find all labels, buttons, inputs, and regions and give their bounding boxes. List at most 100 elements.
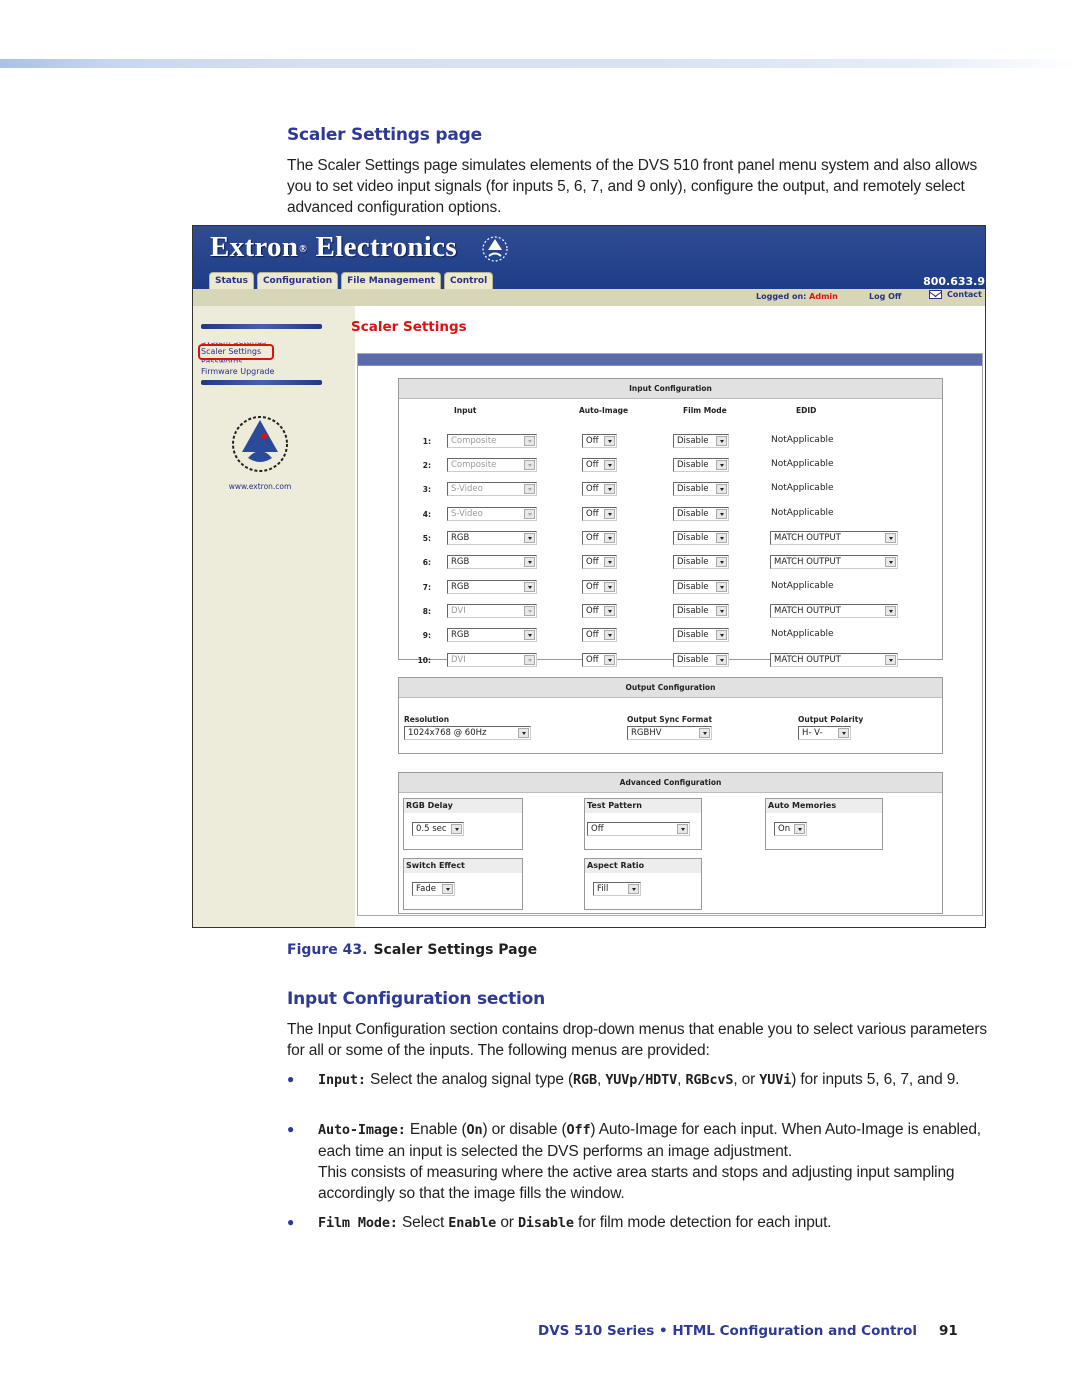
service-support-solutions-icon [232, 416, 288, 472]
edid-select[interactable]: MATCH OUTPUT [770, 604, 898, 618]
chevron-down-icon [716, 436, 727, 446]
input-type-select[interactable]: RGB [447, 628, 537, 642]
film-mode-select[interactable]: Disable [673, 434, 729, 448]
bullet-term: Input: [318, 1072, 366, 1088]
auto-memories-label: Auto Memories [766, 799, 882, 813]
phone-number: 800.633.9 [923, 275, 985, 288]
auto-image-select[interactable]: Off [582, 604, 617, 618]
chevron-down-icon [524, 533, 535, 543]
auto-image-select[interactable]: Off [582, 531, 617, 545]
chevron-down-icon [716, 630, 727, 640]
chevron-down-icon [885, 557, 896, 567]
edid-value: NotApplicable [771, 483, 834, 493]
auto-image-select[interactable]: Off [582, 507, 617, 521]
chevron-down-icon [524, 582, 535, 592]
bullet-item: ● Auto-Image: Enable (On) or disable (Off… [287, 1121, 981, 1202]
input-type-select[interactable]: RGB [447, 531, 537, 545]
input-type-select: Composite [447, 434, 537, 448]
aspect-ratio-group: Aspect Ratio Fill [584, 858, 702, 910]
resolution-select[interactable]: 1024x768 @ 60Hz [404, 726, 531, 740]
chevron-down-icon [524, 509, 535, 519]
scaler-settings-screenshot: Extron® Electronics Status Configuration… [192, 225, 986, 928]
edid-value: NotApplicable [771, 581, 834, 591]
sidebar-item-firmware-upgrade[interactable]: Firmware Upgrade [201, 367, 274, 377]
chevron-down-icon [716, 460, 727, 470]
edid-select[interactable]: MATCH OUTPUT [770, 653, 898, 667]
output-polarity-select[interactable]: H- V- [798, 726, 851, 740]
chevron-down-icon [604, 484, 615, 494]
sidebar-divider [201, 324, 322, 329]
row-number: 10: [417, 656, 431, 665]
film-mode-select[interactable]: Disable [673, 604, 729, 618]
test-pattern-select[interactable]: Off [587, 822, 690, 836]
row-number: 5: [422, 534, 431, 543]
chevron-down-icon [699, 728, 710, 738]
aspect-ratio-select[interactable]: Fill [593, 882, 641, 896]
footer-title: DVS 510 Series • HTML Configuration and … [538, 1323, 917, 1339]
edid-select[interactable]: MATCH OUTPUT [770, 531, 898, 545]
film-mode-select[interactable]: Disable [673, 555, 729, 569]
log-off-link[interactable]: Log Off [869, 292, 901, 301]
tab-file-management[interactable]: File Management [341, 272, 441, 289]
film-mode-select[interactable]: Disable [673, 458, 729, 472]
output-polarity-label: Output Polarity [798, 715, 864, 724]
switch-effect-label: Switch Effect [404, 859, 522, 873]
sidebar: System Settings Scaler Settings Password… [193, 306, 355, 927]
row-number: 1: [422, 437, 431, 446]
chevron-down-icon [604, 436, 615, 446]
auto-image-select[interactable]: Off [582, 482, 617, 496]
film-mode-select[interactable]: Disable [673, 653, 729, 667]
chevron-down-icon [604, 533, 615, 543]
tab-control[interactable]: Control [443, 272, 494, 289]
bullet-term: Auto-Image: [318, 1122, 406, 1138]
rgb-delay-select[interactable]: 0.5 sec [412, 822, 464, 836]
chevron-down-icon [716, 582, 727, 592]
selected-item-highlight [198, 344, 274, 360]
figure-caption-text: Scaler Settings Page [373, 942, 538, 958]
film-mode-select[interactable]: Disable [673, 628, 729, 642]
edid-value: NotApplicable [771, 629, 834, 639]
auto-image-select[interactable]: Off [582, 580, 617, 594]
film-mode-select[interactable]: Disable [673, 482, 729, 496]
test-pattern-group: Test Pattern Off [584, 798, 702, 850]
chevron-down-icon [451, 824, 462, 834]
bullet-icon: ● [287, 1122, 295, 1136]
auto-memories-select[interactable]: On [774, 822, 807, 836]
edid-select[interactable]: MATCH OUTPUT [770, 555, 898, 569]
auto-image-select[interactable]: Off [582, 653, 617, 667]
input-type-select[interactable]: RGB [447, 555, 537, 569]
chevron-down-icon [524, 630, 535, 640]
auto-image-select[interactable]: Off [582, 434, 617, 448]
chevron-down-icon [604, 606, 615, 616]
switch-effect-select[interactable]: Fade [412, 882, 455, 896]
input-configuration-title: Input Configuration [399, 379, 942, 399]
sidebar-divider [201, 380, 322, 385]
chevron-down-icon [716, 655, 727, 665]
chevron-down-icon [524, 436, 535, 446]
film-mode-select[interactable]: Disable [673, 580, 729, 594]
row-number: 2: [422, 461, 431, 470]
page-number: 91 [938, 1323, 958, 1339]
page-title: Scaler Settings [351, 319, 467, 335]
chevron-down-icon [716, 533, 727, 543]
tab-status[interactable]: Status [209, 272, 254, 289]
app-header: Extron® Electronics Status Configuration… [193, 226, 985, 289]
auto-image-select[interactable]: Off [582, 458, 617, 472]
tab-configuration[interactable]: Configuration [256, 272, 339, 289]
chevron-down-icon [716, 484, 727, 494]
extron-website-link[interactable]: www.extron.com [193, 482, 327, 491]
auto-image-select[interactable]: Off [582, 555, 617, 569]
col-header-auto-image: Auto-Image [579, 406, 629, 415]
film-mode-select[interactable]: Disable [673, 507, 729, 521]
edid-value: NotApplicable [771, 459, 834, 469]
input-type-select[interactable]: RGB [447, 580, 537, 594]
chevron-down-icon [604, 655, 615, 665]
chevron-down-icon [604, 509, 615, 519]
aspect-ratio-label: Aspect Ratio [585, 859, 701, 873]
advanced-configuration-box: Advanced Configuration RGB Delay 0.5 sec… [398, 772, 943, 914]
auto-image-select[interactable]: Off [582, 628, 617, 642]
chevron-down-icon [885, 606, 896, 616]
contact-link[interactable]: Contact [929, 290, 982, 299]
output-sync-format-select[interactable]: RGBHV [627, 726, 712, 740]
film-mode-select[interactable]: Disable [673, 531, 729, 545]
